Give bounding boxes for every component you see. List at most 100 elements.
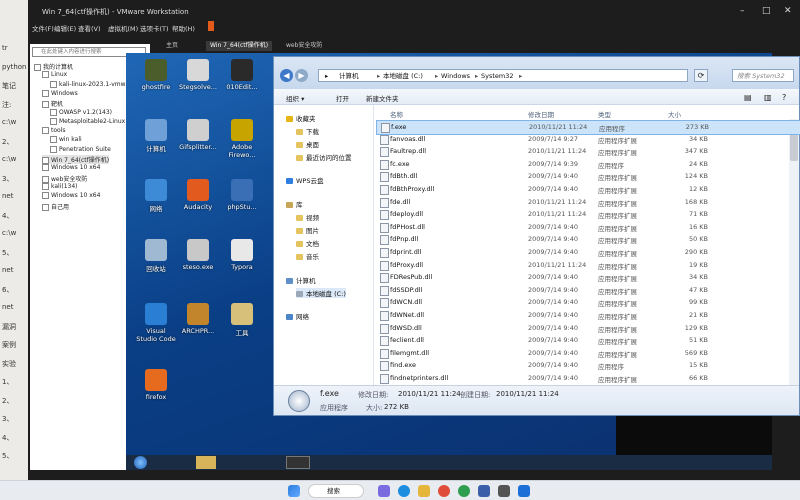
desktop-icon[interactable]: 网络	[136, 179, 176, 213]
file-row[interactable]: feclient.dll 2009/7/14 9:40 应用程序扩展 51 KB	[376, 334, 799, 347]
desktop-icon[interactable]: ghostfire	[136, 59, 176, 91]
open-button[interactable]: 打开	[336, 93, 349, 103]
file-row[interactable]: fanvoas.dll 2009/7/14 9:27 应用程序扩展 34 KB	[376, 133, 799, 146]
menu-item[interactable]: 选项卡(T)	[140, 23, 169, 33]
tree-item[interactable]: OWASP v1.2(143)	[50, 108, 112, 116]
new-folder-button[interactable]: 新建文件夹	[366, 93, 399, 103]
tree-item[interactable]: 我的计算机	[34, 62, 73, 71]
nav-item[interactable]: 下载	[296, 126, 319, 136]
pause-icon[interactable]	[208, 21, 214, 31]
desktop-icon[interactable]: Gifsplitter...	[178, 119, 218, 151]
nav-item[interactable]: 收藏夹	[286, 113, 316, 123]
desktop-icon[interactable]: Stegsolve...	[178, 59, 218, 91]
desktop-icon[interactable]: Typora	[222, 239, 262, 271]
file-explorer-icon[interactable]	[418, 485, 430, 497]
tree-item[interactable]: Linux	[42, 71, 67, 79]
tree-checkbox[interactable]	[42, 101, 49, 109]
vm-tab[interactable]: 主页	[162, 41, 182, 51]
nav-item[interactable]: 本地磁盘 (C:)	[296, 288, 346, 298]
tree-checkbox[interactable]	[42, 192, 49, 200]
file-row[interactable]: fc.exe 2009/7/14 9:39 应用程序 24 KB	[376, 158, 799, 171]
start-button[interactable]	[134, 456, 147, 469]
column-name[interactable]: 名称	[390, 109, 403, 119]
preview-pane-icon[interactable]: ▥	[764, 93, 772, 102]
explorer-taskbar-icon[interactable]	[196, 456, 216, 469]
tree-checkbox[interactable]	[42, 127, 49, 135]
tree-checkbox[interactable]	[42, 89, 49, 97]
column-date[interactable]: 修改日期	[528, 109, 554, 119]
file-row[interactable]: fdProxy.dll 2010/11/21 11:24 应用程序扩展 19 KB	[376, 259, 799, 272]
app-icon[interactable]	[498, 485, 510, 497]
tree-item[interactable]: win kali	[50, 136, 82, 144]
tree-checkbox[interactable]	[50, 145, 57, 153]
tree-item[interactable]: Win 7_64(ctf操作机)	[42, 155, 110, 164]
taskbar-search[interactable]: 搜索	[308, 484, 364, 498]
tree-item[interactable]: Windows	[42, 89, 78, 97]
tree-checkbox[interactable]	[42, 175, 49, 183]
tree-checkbox[interactable]	[42, 203, 49, 211]
nav-item[interactable]: 图片	[296, 225, 319, 235]
tree-checkbox[interactable]	[50, 117, 57, 125]
tree-checkbox[interactable]	[42, 182, 49, 190]
file-row[interactable]: fdBthProxy.dll 2009/7/14 9:40 应用程序扩展 12 KB	[376, 183, 799, 196]
nav-item[interactable]: 最近访问的位置	[296, 152, 352, 162]
cmd-taskbar-icon[interactable]	[286, 456, 310, 469]
refresh-icon[interactable]: ⟳	[694, 69, 708, 82]
file-row[interactable]: fdBth.dll 2009/7/14 9:40 应用程序扩展 124 KB	[376, 170, 799, 183]
task-view-icon[interactable]	[378, 485, 390, 497]
file-row[interactable]: fdWCN.dll 2009/7/14 9:40 应用程序扩展 99 KB	[376, 296, 799, 309]
nav-item[interactable]: WPS云盘	[286, 175, 323, 185]
desktop-icon[interactable]: 回收站	[136, 239, 176, 273]
desktop-icon[interactable]: ARCHPR...	[178, 303, 218, 335]
nav-item[interactable]: 音乐	[296, 251, 319, 261]
vm-tab[interactable]: web安全攻防	[282, 41, 326, 51]
menu-item[interactable]: 虚拟机(M)	[108, 23, 138, 33]
menu-item[interactable]: 文件(F)	[32, 23, 54, 33]
organize-button[interactable]: 组织 ▾	[286, 93, 304, 103]
address-crumb[interactable]: System32	[481, 70, 514, 82]
help-icon[interactable]: ?	[782, 93, 786, 102]
desktop-icon[interactable]: phpStu...	[222, 179, 262, 211]
file-row[interactable]: fdWNet.dll 2009/7/14 9:40 应用程序扩展 21 KB	[376, 309, 799, 322]
desktop-icon[interactable]: 010Edit...	[222, 59, 262, 91]
tree-checkbox[interactable]	[42, 71, 49, 79]
tree-item[interactable]: 靶机	[42, 99, 63, 109]
edge-icon[interactable]	[398, 485, 410, 497]
search-input[interactable]: 搜索 System32	[732, 69, 794, 82]
forward-icon[interactable]: ▶	[295, 69, 308, 82]
tree-checkbox[interactable]	[50, 136, 57, 144]
nav-item[interactable]: 桌面	[296, 139, 319, 149]
tree-item[interactable]: Windows 10 x64	[42, 164, 100, 172]
menu-item[interactable]: 帮助(H)	[172, 23, 195, 33]
address-crumb[interactable]: 本地磁盘 (C:)	[383, 70, 423, 82]
file-row[interactable]: filemgmt.dll 2009/7/14 9:40 应用程序扩展 569 KB	[376, 347, 799, 360]
tree-item[interactable]: tools	[42, 127, 66, 135]
tree-item[interactable]: 自己用	[42, 202, 69, 211]
tree-item[interactable]: Windows 10 x64	[42, 192, 100, 200]
nav-item[interactable]: 计算机	[286, 275, 316, 285]
tree-checkbox[interactable]	[42, 164, 49, 172]
wechat-icon[interactable]	[458, 485, 470, 497]
file-row[interactable]: findnetprinters.dll 2009/7/14 9:40 应用程序扩展 6…	[376, 372, 799, 385]
nav-item[interactable]: 视频	[296, 212, 319, 222]
desktop-icon[interactable]: Visual Studio Code	[136, 303, 176, 343]
desktop-icon[interactable]: Adobe Firewo...	[222, 119, 262, 159]
tree-checkbox[interactable]	[34, 64, 41, 71]
nav-item[interactable]: 网络	[286, 311, 309, 321]
file-row[interactable]: fde.dll 2010/11/21 11:24 应用程序扩展 168 KB	[376, 196, 799, 209]
tree-checkbox[interactable]	[50, 108, 57, 116]
tree-item[interactable]: Metasploitable2-Linux	[50, 117, 125, 125]
column-size[interactable]: 大小	[668, 109, 681, 119]
close-icon[interactable]: ✕	[784, 6, 792, 16]
file-row[interactable]: find.exe 2009/7/14 9:40 应用程序 15 KB	[376, 359, 799, 372]
file-row[interactable]: fdWSD.dll 2009/7/14 9:40 应用程序扩展 129 KB	[376, 322, 799, 335]
nav-item[interactable]: 库	[286, 199, 303, 209]
desktop-icon[interactable]: 计算机	[136, 119, 176, 153]
address-bar[interactable]: ▸ 计算机 ▸ 本地磁盘 (C:) ▸ Windows ▸ System32 ▸	[318, 69, 688, 82]
maximize-icon[interactable]: □	[762, 6, 771, 16]
menu-item[interactable]: 查看(V)	[78, 23, 101, 33]
tree-item[interactable]: kali(134)	[42, 182, 78, 190]
file-row[interactable]: fdPnp.dll 2009/7/14 9:40 应用程序扩展 50 KB	[376, 233, 799, 246]
menu-item[interactable]: 编辑(E)	[54, 23, 76, 33]
address-crumb[interactable]: Windows	[441, 70, 470, 82]
